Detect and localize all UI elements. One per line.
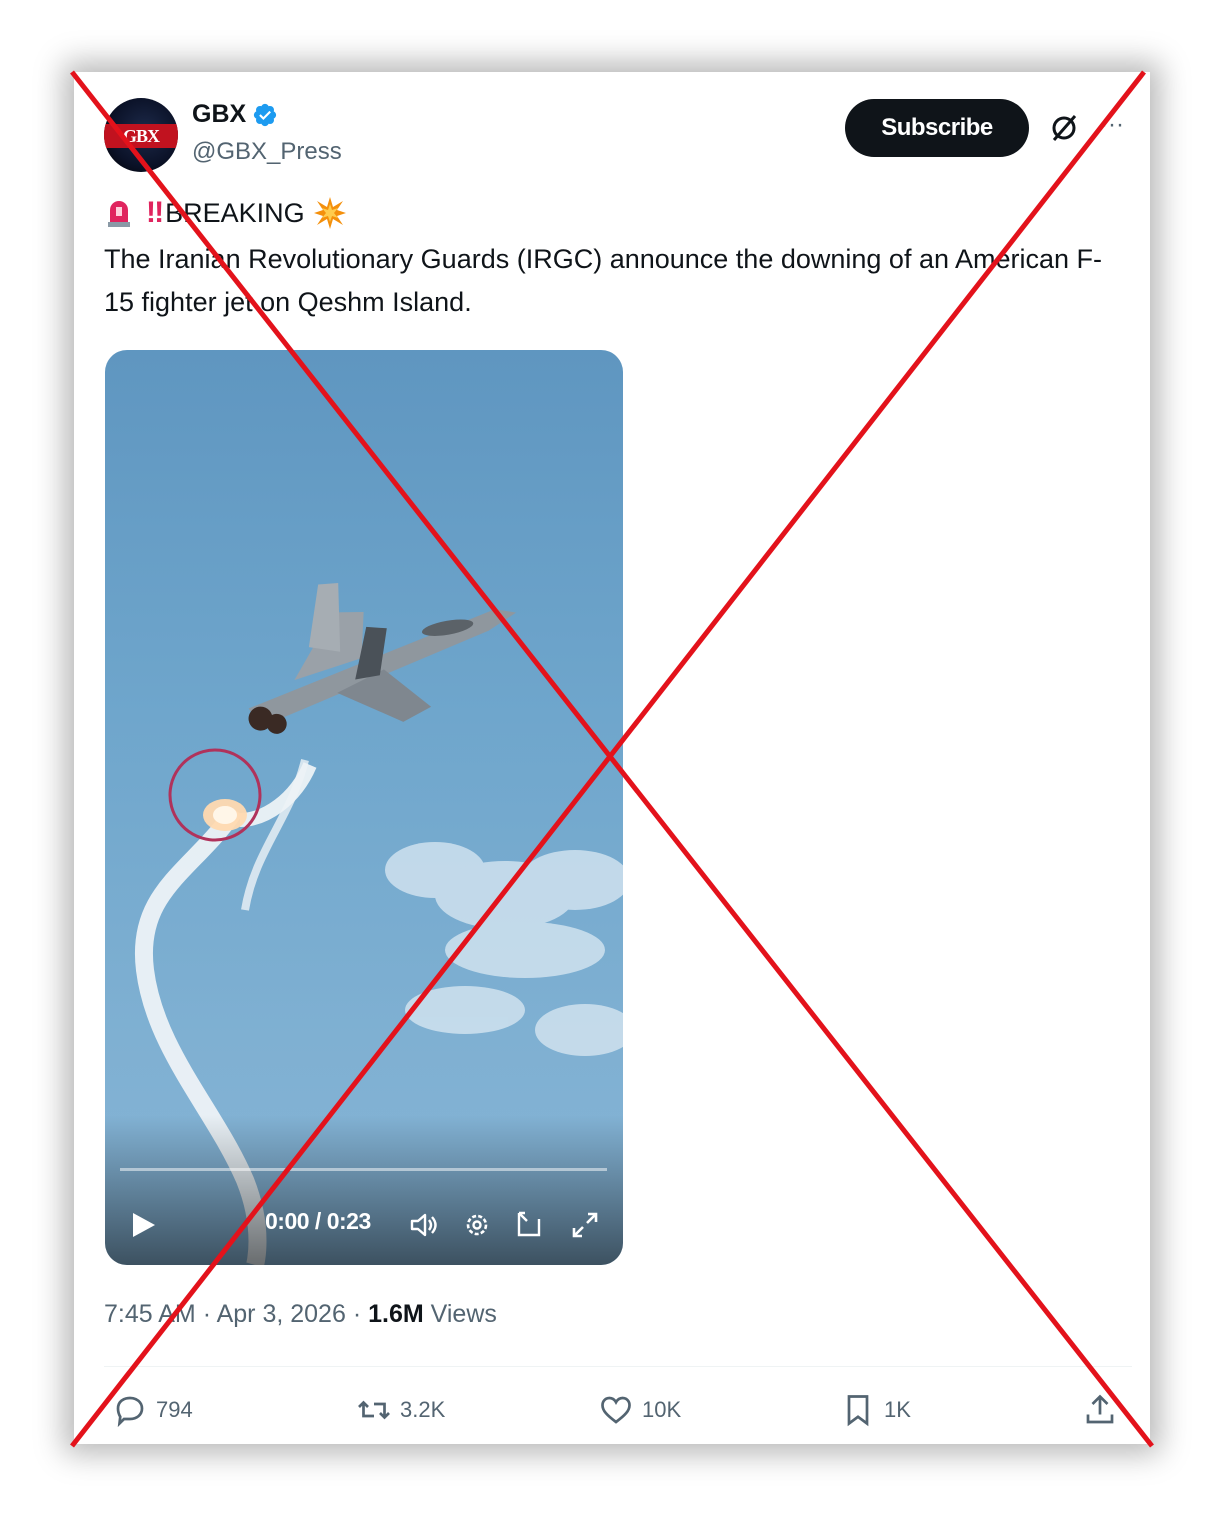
post-meta: 7:45 AM · Apr 3, 2026 · 1.6M Views [104,1300,497,1329]
volume-icon[interactable] [408,1209,440,1241]
post-card: GBX GBX @GBX_Press Subscribe ··· ‼ BREAK… [74,72,1150,1444]
post-time[interactable]: 7:45 AM [104,1300,196,1328]
reply-icon [116,1396,144,1428]
reply-button[interactable]: 794 [112,1392,193,1428]
more-icon[interactable]: ··· [1100,112,1126,144]
play-icon[interactable] [131,1211,157,1239]
views-count: 1.6M [368,1300,424,1328]
author-name-row: GBX [192,100,278,129]
post-date[interactable]: Apr 3, 2026 [217,1300,346,1328]
repost-icon [358,1400,390,1420]
post-headline: ‼ BREAKING [104,196,347,230]
share-icon [1086,1394,1114,1424]
verified-icon [254,103,277,126]
like-button[interactable]: 10K [598,1392,681,1428]
author-name[interactable]: GBX [192,100,246,129]
like-count: 10K [642,1397,682,1422]
divider [104,1366,1132,1367]
share-button[interactable] [1082,1392,1126,1428]
avatar-logo: GBX [122,126,160,146]
video-progress-bar[interactable] [120,1168,607,1171]
grok-icon[interactable] [1048,112,1080,144]
settings-icon[interactable] [461,1209,493,1241]
meta-separator: · [352,1300,362,1328]
views-label: Views [430,1300,497,1328]
subscribe-button[interactable]: Subscribe [845,99,1029,157]
headline-text: BREAKING [165,197,305,228]
bookmark-count: 1K [884,1397,911,1422]
bookmark-icon [847,1395,869,1427]
pip-icon[interactable] [513,1209,545,1241]
reply-count: 794 [156,1397,193,1422]
like-icon [601,1396,631,1424]
collision-icon [313,197,346,229]
video-controls-shade [105,1115,623,1265]
fullscreen-icon[interactable] [569,1209,601,1241]
video-time: 0:00 / 0:23 [265,1208,371,1234]
headline-marks: ‼ [146,196,164,229]
meta-separator: · [202,1300,212,1328]
author-handle[interactable]: @GBX_Press [192,138,342,166]
avatar[interactable]: GBX [104,98,178,172]
bookmark-button[interactable]: 1K [840,1392,911,1428]
post-text: The Iranian Revolutionary Guards (IRGC) … [104,244,1103,317]
siren-icon [108,201,130,227]
video-player[interactable]: 0:00 / 0:23 [105,350,623,1265]
repost-count: 3.2K [400,1397,446,1422]
repost-button[interactable]: 3.2K [356,1392,445,1428]
